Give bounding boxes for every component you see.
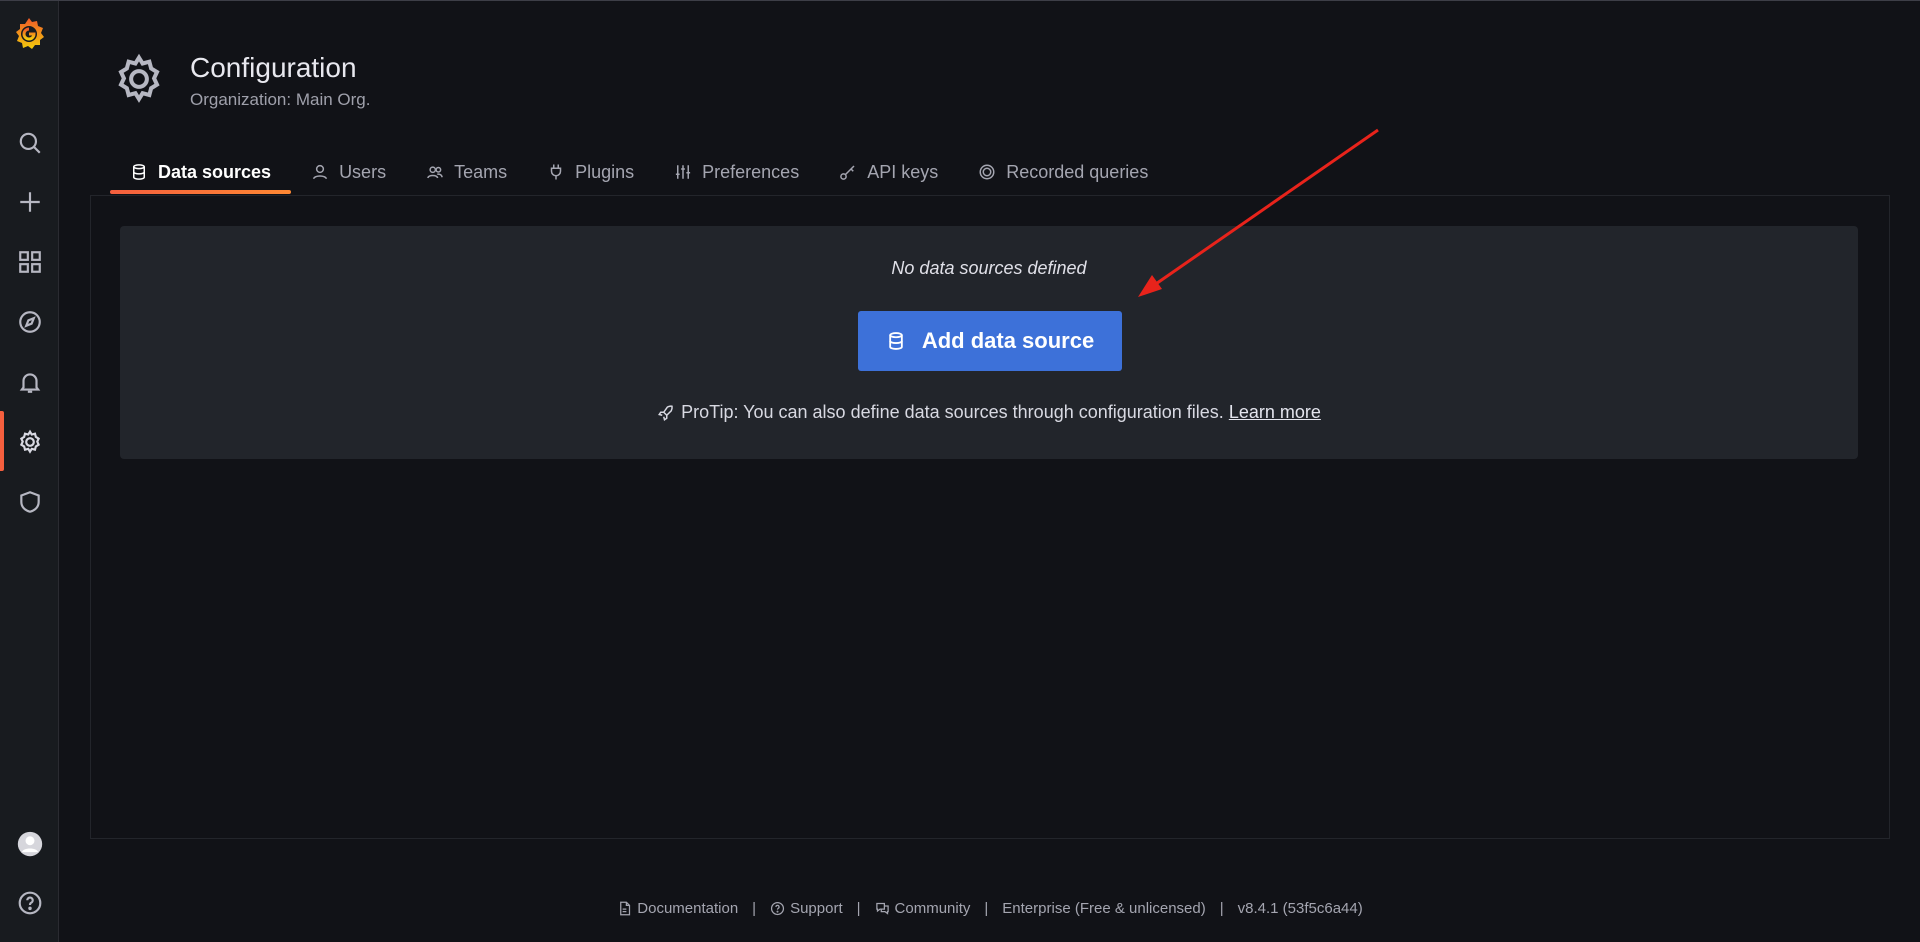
page-title: Configuration (190, 52, 357, 83)
question-circle-icon (771, 901, 785, 916)
tab-api-keys[interactable]: API keys (819, 150, 958, 194)
sidebar (0, 1, 59, 942)
database-icon (133, 164, 145, 180)
sidebar-item-configuration[interactable] (0, 420, 59, 464)
plug-icon (550, 164, 562, 180)
footer-support-link[interactable]: Support (770, 900, 843, 917)
record-icon (979, 164, 995, 180)
protip: ProTip: You can also define data sources… (120, 402, 1858, 423)
footer-documentation-link[interactable]: Documentation (617, 900, 738, 917)
sliders-icon (676, 165, 691, 179)
config-tabs: Data sources Users Teams Plugins Prefere… (110, 150, 1168, 195)
gear-icon (118, 53, 160, 103)
tab-label: Preferences (702, 161, 800, 182)
tab-label: Plugins (575, 161, 635, 182)
user-icon (312, 164, 328, 180)
tab-preferences[interactable]: Preferences (654, 150, 819, 194)
footer-edition-link[interactable]: Enterprise (Free & unlicensed) (1002, 900, 1205, 917)
learn-more-link[interactable]: Learn more (1229, 402, 1321, 423)
sidebar-item-profile[interactable] (0, 822, 59, 866)
users-group-icon (427, 166, 443, 179)
grafana-logo-icon[interactable] (11, 15, 47, 51)
footer-documentation-label: Documentation (637, 900, 739, 917)
footer-version-label: v8.4.1 (53f5c6a44) (1237, 900, 1363, 917)
comments-icon (875, 902, 889, 915)
annotation-arrow (1138, 128, 1379, 297)
tab-label: API keys (867, 161, 939, 182)
tab-plugins[interactable]: Plugins (527, 150, 654, 194)
add-data-source-button[interactable]: Add data source (858, 311, 1122, 371)
footer-community-label: Community (894, 900, 971, 917)
plus-icon (19, 192, 40, 212)
tab-teams[interactable]: Teams (406, 150, 527, 194)
tab-label: Recorded queries (1006, 161, 1149, 182)
key-icon (840, 165, 855, 180)
sidebar-item-server-admin[interactable] (0, 480, 59, 524)
sidebar-item-dashboards[interactable] (0, 240, 59, 284)
apps-grid-icon (18, 251, 41, 273)
page-subtitle: Organization: Main Org. (190, 90, 371, 109)
tab-label: Data sources (158, 161, 272, 182)
tab-label: Users (339, 161, 387, 182)
shield-icon (19, 491, 40, 513)
empty-state-card: No data sources defined Add data source … (120, 226, 1858, 459)
footer-edition-label: Enterprise (Free & unlicensed) (1002, 900, 1206, 917)
empty-state-title: No data sources defined (891, 258, 1087, 278)
footer-separator: | (752, 900, 757, 917)
footer-separator: | (856, 900, 861, 917)
database-icon (889, 332, 903, 350)
footer-separator: | (1219, 900, 1224, 917)
bell-icon (19, 373, 40, 393)
search-icon (19, 132, 41, 154)
tab-users[interactable]: Users (291, 150, 406, 194)
document-icon (620, 901, 631, 916)
add-data-source-label: Add data source (921, 328, 1095, 353)
avatar (17, 831, 42, 857)
compass-icon (18, 311, 41, 333)
sidebar-item-alerting[interactable] (0, 360, 59, 404)
footer-version: v8.4.1 (53f5c6a44) (1238, 900, 1363, 917)
tab-label: Teams (454, 161, 508, 182)
footer-community-link[interactable]: Community (875, 900, 971, 917)
tab-data-sources[interactable]: Data sources (110, 150, 292, 194)
rocket-icon (658, 404, 673, 421)
footer: Documentation | Support | Community | En… (0, 900, 1920, 917)
top-border (0, 0, 1920, 1)
protip-text: ProTip: You can also define data sources… (681, 402, 1224, 422)
gear-icon (19, 429, 40, 454)
footer-support-label: Support (790, 900, 843, 917)
sidebar-item-search[interactable] (0, 121, 59, 165)
footer-separator: | (984, 900, 989, 917)
sidebar-item-create[interactable] (0, 180, 59, 224)
sidebar-item-explore[interactable] (0, 300, 59, 344)
